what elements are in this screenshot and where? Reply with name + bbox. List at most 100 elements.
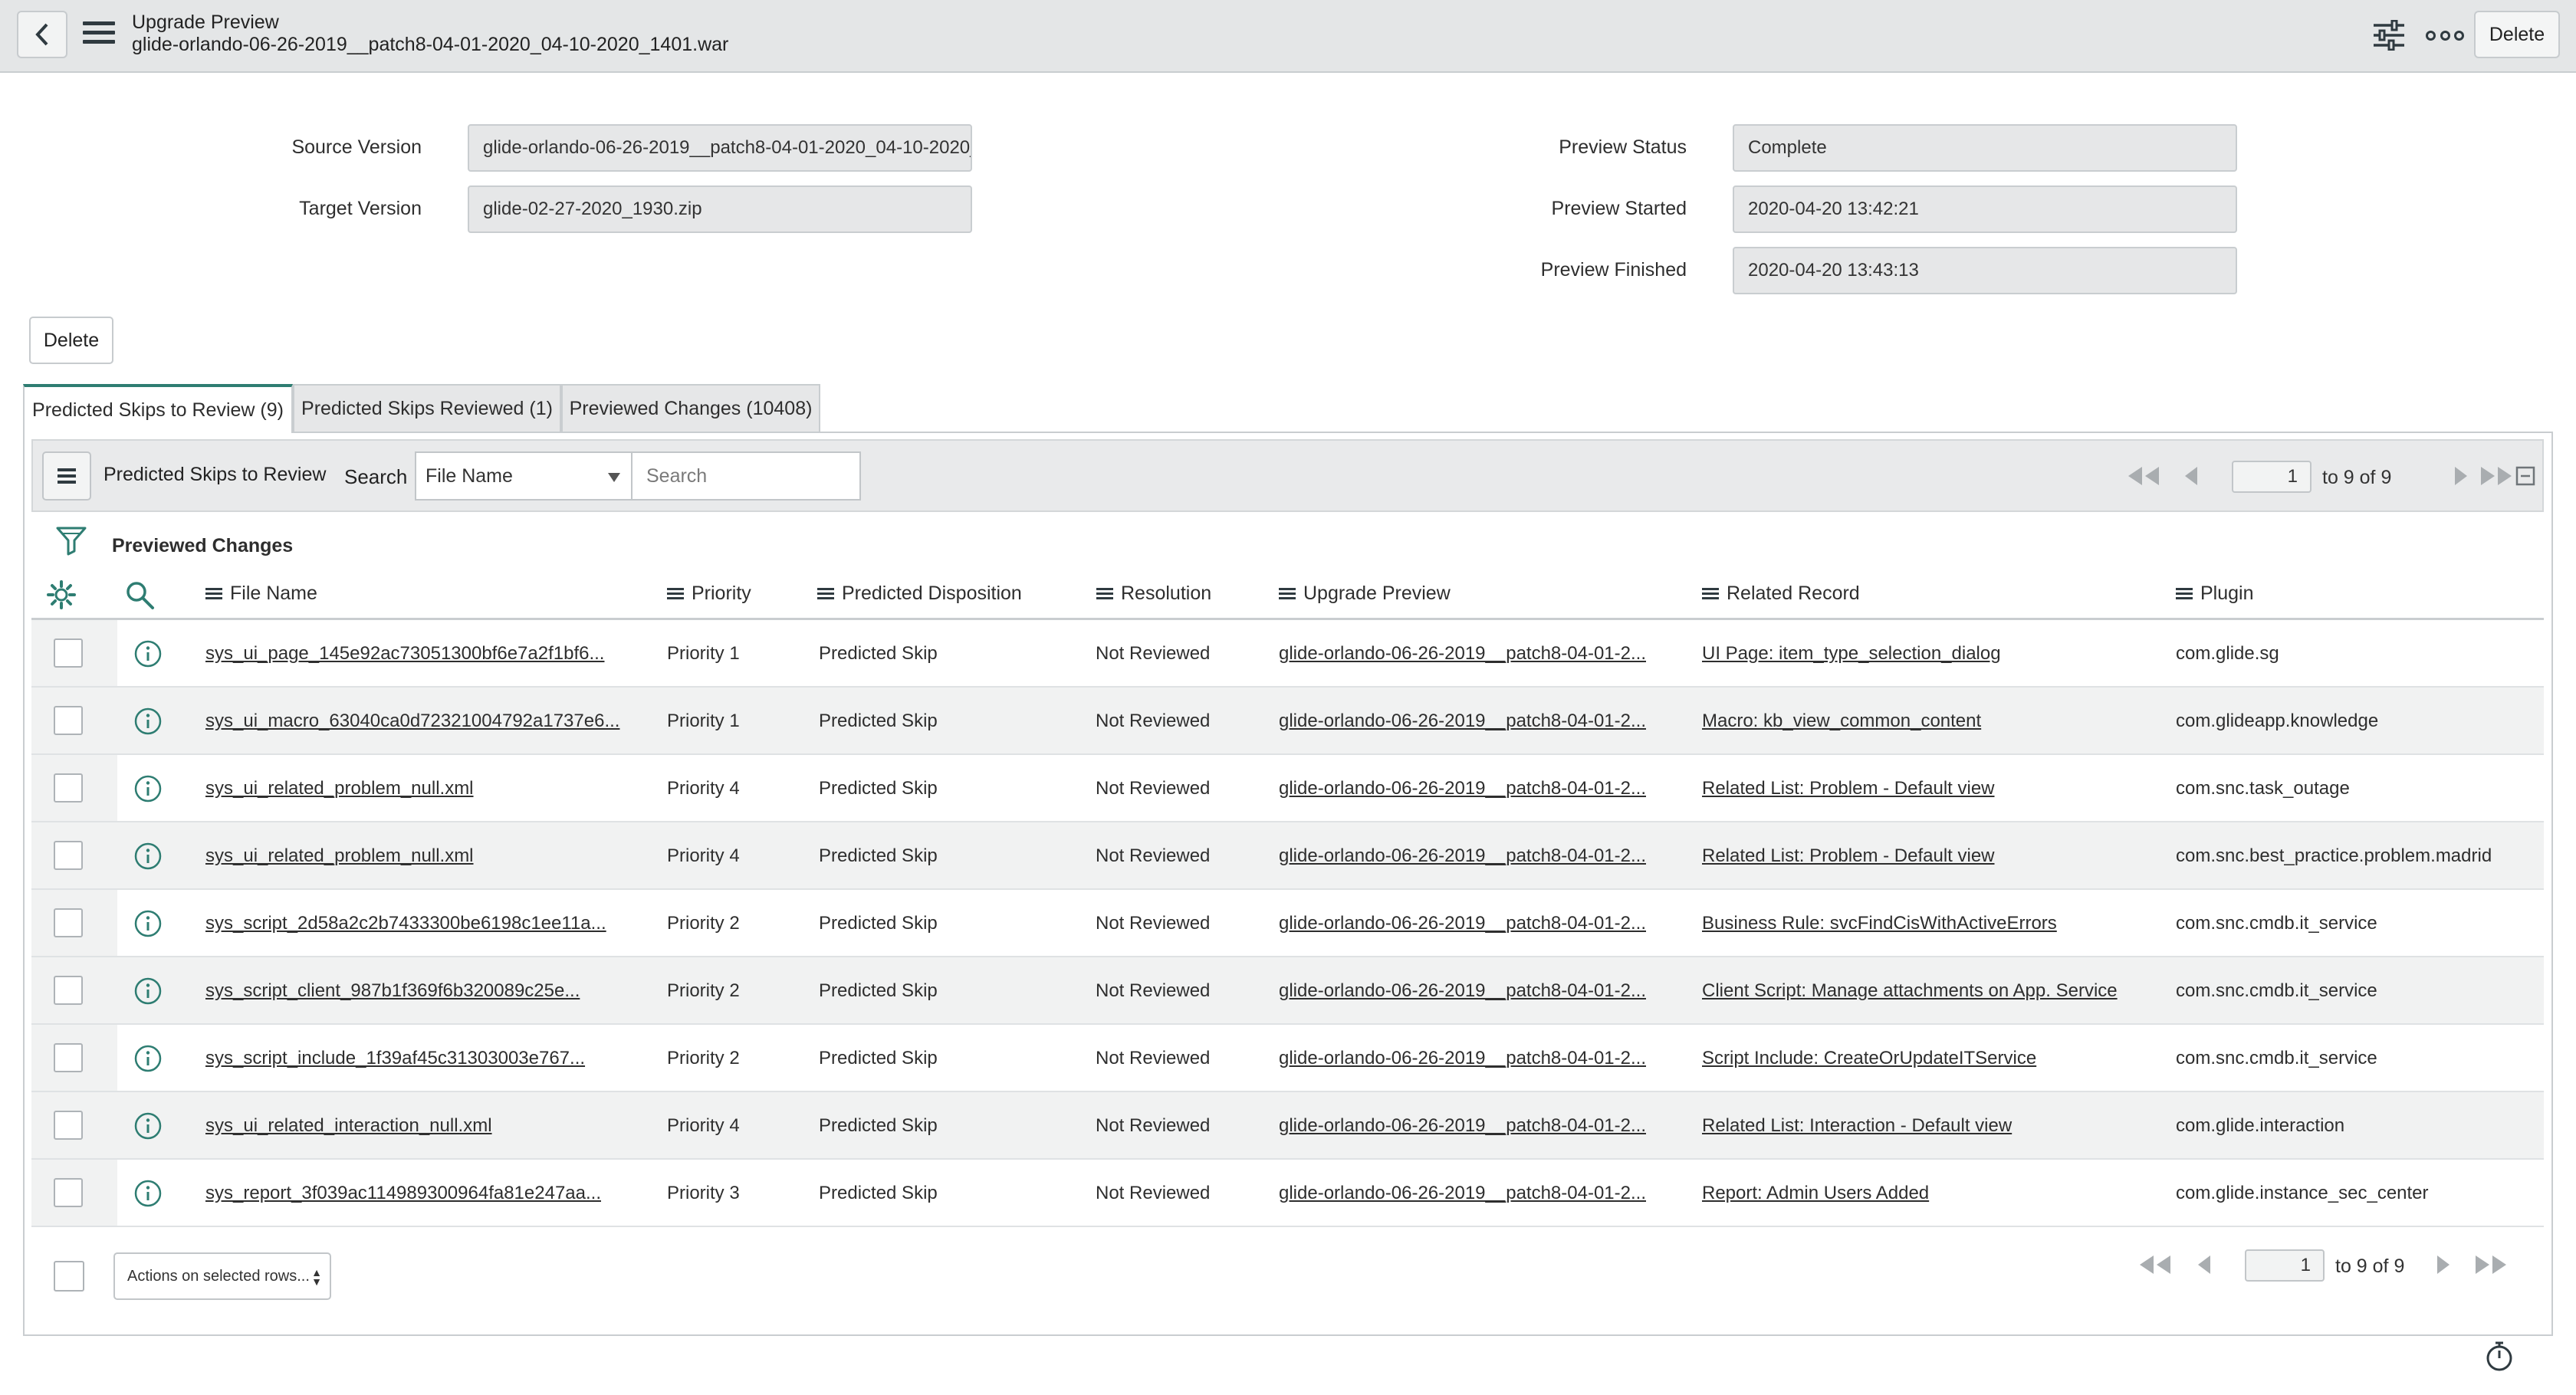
cell-upgrade-preview[interactable]: glide-orlando-06-26-2019__patch8-04-01-2… [1279, 1048, 1646, 1069]
header-delete-button[interactable]: Delete [2474, 11, 2560, 58]
page-number-input[interactable]: 1 [2232, 461, 2312, 493]
column-header-predicted-disposition[interactable]: Predicted Disposition [817, 583, 1022, 605]
footer-last-page-icon[interactable] [2472, 1251, 2510, 1278]
form-delete-button[interactable]: Delete [29, 317, 113, 364]
cell-file-name[interactable]: sys_ui_related_problem_null.xml [205, 845, 474, 867]
cell-related-record[interactable]: Script Include: CreateOrUpdateITService [1702, 1048, 2036, 1069]
search-field-select[interactable]: File Name [415, 451, 632, 501]
back-button[interactable] [17, 11, 67, 58]
tab-previewed-changes[interactable]: Previewed Changes (10408) [561, 384, 820, 432]
column-header-upgrade-preview[interactable]: Upgrade Preview [1279, 583, 1451, 605]
footer-next-page-icon[interactable] [2424, 1251, 2463, 1278]
info-icon[interactable] [133, 707, 163, 736]
first-page-icon[interactable] [2124, 462, 2163, 490]
cell-upgrade-preview[interactable]: glide-orlando-06-26-2019__patch8-04-01-2… [1279, 1183, 1646, 1204]
column-menu-icon[interactable] [205, 586, 222, 602]
column-header-plugin[interactable]: Plugin [2176, 583, 2254, 605]
list-context-menu-button[interactable] [42, 451, 91, 501]
cell-resolution: Not Reviewed [1096, 980, 1211, 1001]
search-input[interactable]: Search [632, 451, 861, 501]
cell-related-record[interactable]: Report: Admin Users Added [1702, 1183, 1929, 1204]
column-menu-icon[interactable] [2176, 586, 2193, 602]
preview-finished-field[interactable]: 2020-04-20 13:43:13 [1733, 247, 2237, 294]
cell-upgrade-preview[interactable]: glide-orlando-06-26-2019__patch8-04-01-2… [1279, 643, 1646, 665]
column-header-priority[interactable]: Priority [667, 583, 751, 605]
cell-file-name[interactable]: sys_script_include_1f39af45c31303003e767… [205, 1048, 585, 1069]
row-checkbox[interactable] [54, 841, 83, 870]
breadcrumb[interactable]: Previewed Changes [112, 535, 293, 557]
cell-upgrade-preview[interactable]: glide-orlando-06-26-2019__patch8-04-01-2… [1279, 845, 1646, 867]
column-menu-icon[interactable] [1702, 586, 1719, 602]
info-icon[interactable] [133, 639, 163, 668]
personalize-form-icon[interactable] [2371, 19, 2407, 51]
cell-file-name[interactable]: sys_report_3f039ac114989300964fa81e247aa… [205, 1183, 601, 1204]
footer-first-page-icon[interactable] [2136, 1251, 2174, 1278]
cell-file-name[interactable]: sys_ui_macro_63040ca0d72321004792a1737e6… [205, 711, 619, 732]
last-page-icon[interactable] [2477, 462, 2515, 490]
info-icon[interactable] [133, 1179, 163, 1208]
column-search-icon[interactable] [124, 579, 155, 610]
row-checkbox[interactable] [54, 1043, 83, 1072]
row-checkbox[interactable] [54, 976, 83, 1005]
row-checkbox[interactable] [54, 1178, 83, 1207]
info-icon[interactable] [133, 842, 163, 871]
cell-file-name[interactable]: sys_ui_page_145e92ac73051300bf6e7a2f1bf6… [205, 643, 604, 665]
row-checkbox[interactable] [54, 706, 83, 735]
preview-started-field[interactable]: 2020-04-20 13:42:21 [1733, 185, 2237, 233]
cell-upgrade-preview[interactable]: glide-orlando-06-26-2019__patch8-04-01-2… [1279, 778, 1646, 799]
info-icon[interactable] [133, 977, 163, 1006]
stopwatch-icon[interactable] [2484, 1340, 2515, 1372]
row-checkbox[interactable] [54, 1111, 83, 1140]
cell-file-name[interactable]: sys_script_client_987b1f369f6b320089c25e… [205, 980, 580, 1002]
target-version-field[interactable]: glide-02-27-2020_1930.zip [468, 185, 972, 233]
column-menu-icon[interactable] [1279, 586, 1296, 602]
cell-related-record[interactable]: Client Script: Manage attachments on App… [1702, 980, 2118, 1002]
column-menu-icon[interactable] [1096, 586, 1113, 602]
footer-previous-page-icon[interactable] [2185, 1251, 2223, 1278]
actions-on-selected-rows-select[interactable]: Actions on selected rows... ▲ ▼ [113, 1252, 331, 1300]
collapse-list-icon[interactable] [2514, 462, 2537, 490]
column-header-resolution[interactable]: Resolution [1096, 583, 1211, 605]
info-icon[interactable] [133, 774, 163, 803]
cell-related-record[interactable]: UI Page: item_type_selection_dialog [1702, 643, 2001, 665]
previous-page-icon[interactable] [2172, 462, 2210, 490]
cell-upgrade-preview[interactable]: glide-orlando-06-26-2019__patch8-04-01-2… [1279, 980, 1646, 1002]
row-checkbox[interactable] [54, 638, 83, 668]
cell-file-name[interactable]: sys_ui_related_interaction_null.xml [205, 1115, 492, 1137]
cell-resolution: Not Reviewed [1096, 711, 1211, 731]
cell-related-record[interactable]: Related List: Problem - Default view [1702, 845, 1995, 867]
column-header-related-record[interactable]: Related Record [1702, 583, 1860, 605]
cell-file-name[interactable]: sys_script_2d58a2c2b7433300be6198c1ee11a… [205, 913, 606, 934]
cell-related-record[interactable]: Business Rule: svcFindCisWithActiveError… [1702, 913, 2057, 934]
preview-status-field[interactable]: Complete [1733, 124, 2237, 172]
select-all-checkbox[interactable] [54, 1261, 84, 1292]
target-version-label: Target Version [299, 198, 422, 219]
list-settings-icon[interactable] [46, 579, 77, 610]
info-icon[interactable] [133, 1111, 163, 1141]
source-version-field[interactable]: glide-orlando-06-26-2019__patch8-04-01-2… [468, 124, 972, 172]
cell-related-record[interactable]: Related List: Problem - Default view [1702, 778, 1995, 799]
filter-icon[interactable] [55, 524, 87, 560]
footer-page-number-input[interactable]: 1 [2245, 1249, 2325, 1282]
row-checkbox[interactable] [54, 773, 83, 803]
cell-related-record[interactable]: Macro: kb_view_common_content [1702, 711, 1981, 732]
column-header-file-name[interactable]: File Name [205, 583, 317, 605]
row-checkbox[interactable] [54, 908, 83, 937]
column-menu-icon[interactable] [817, 586, 834, 602]
tab-predicted-skips-reviewed[interactable]: Predicted Skips Reviewed (1) [293, 384, 561, 432]
hamburger-menu-icon[interactable] [83, 21, 115, 48]
tab-predicted-skips-to-review[interactable]: Predicted Skips to Review (9) [23, 384, 293, 433]
column-menu-icon[interactable] [667, 586, 684, 602]
info-icon[interactable] [133, 1044, 163, 1073]
cell-related-record[interactable]: Related List: Interaction - Default view [1702, 1115, 2012, 1137]
cell-file-name[interactable]: sys_ui_related_problem_null.xml [205, 778, 474, 799]
cell-priority: Priority 4 [667, 778, 740, 799]
cell-upgrade-preview[interactable]: glide-orlando-06-26-2019__patch8-04-01-2… [1279, 913, 1646, 934]
more-options-icon[interactable] [2426, 26, 2464, 44]
cell-upgrade-preview[interactable]: glide-orlando-06-26-2019__patch8-04-01-2… [1279, 1115, 1646, 1137]
cell-upgrade-preview[interactable]: glide-orlando-06-26-2019__patch8-04-01-2… [1279, 711, 1646, 732]
table-row: sys_ui_related_problem_null.xml Priority … [31, 822, 2544, 890]
table-row: sys_ui_macro_63040ca0d72321004792a1737e6… [31, 688, 2544, 755]
info-icon[interactable] [133, 909, 163, 938]
next-page-icon[interactable] [2442, 462, 2480, 490]
